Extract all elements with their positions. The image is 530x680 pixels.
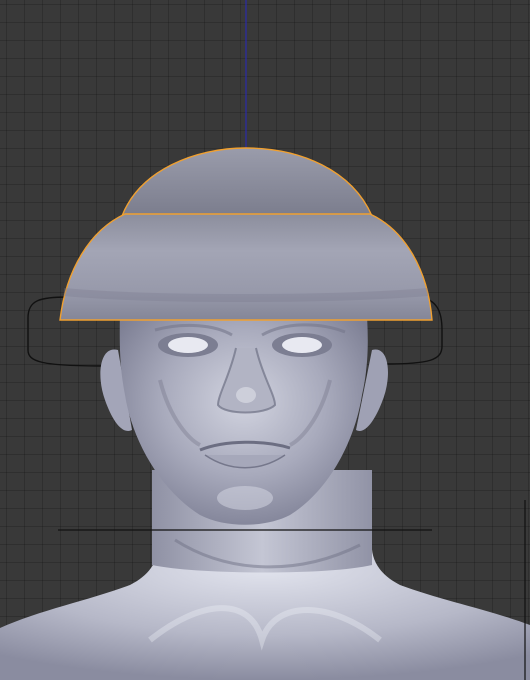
- nose-tip-highlight: [236, 387, 256, 403]
- chin-highlight: [217, 486, 273, 510]
- left-eye: [158, 333, 218, 357]
- right-eye: [272, 333, 332, 357]
- viewport-canvas[interactable]: [0, 0, 530, 680]
- hat-brim-object[interactable]: [59, 213, 433, 321]
- 3d-viewport[interactable]: [0, 0, 530, 680]
- hat-crown-object[interactable]: [120, 147, 374, 217]
